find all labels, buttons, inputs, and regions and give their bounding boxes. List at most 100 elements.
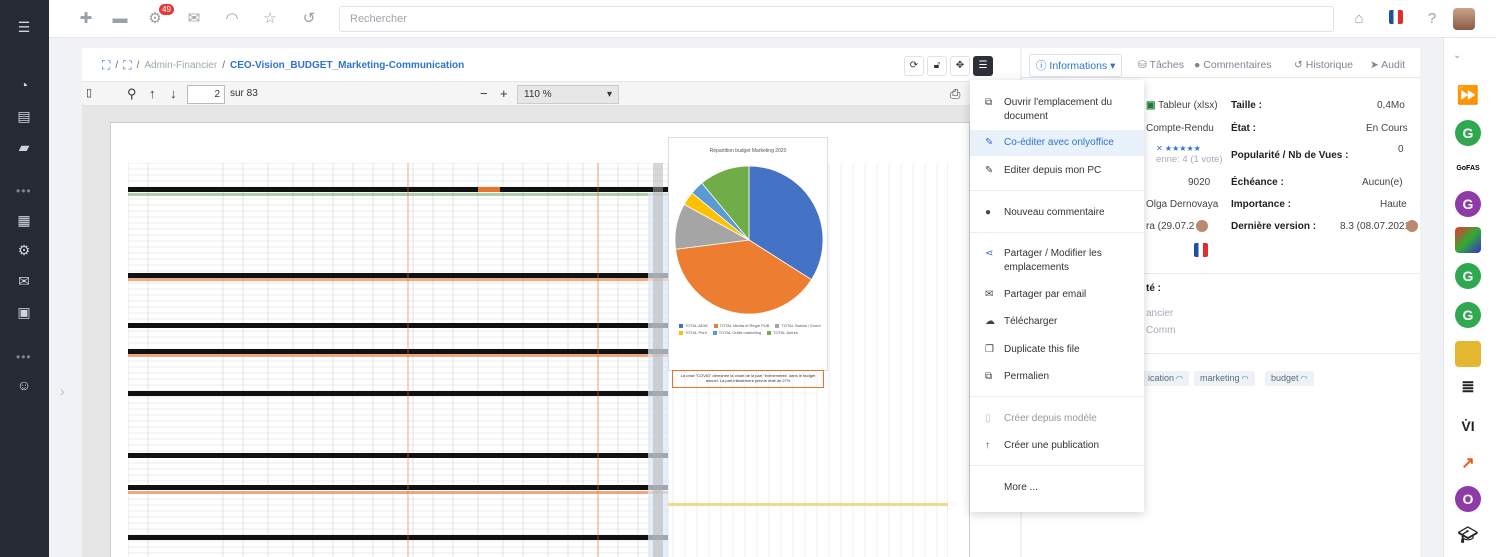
tag[interactable]: marketing ◠: [1194, 371, 1255, 386]
legend-entry: TOTAL Autres: [767, 330, 798, 335]
legend-label: TOTAL Salons / Event: [781, 323, 821, 328]
breadcrumb-item[interactable]: Admin-Financier: [144, 60, 217, 71]
zoom-in-icon[interactable]: +: [500, 86, 508, 101]
avatar[interactable]: [1453, 8, 1475, 30]
sitemap-icon-2[interactable]: ⛶: [123, 58, 131, 73]
breadcrumb-current[interactable]: CEO-Vision_BUDGET_Marketing-Communicatio…: [230, 60, 464, 71]
refresh-button[interactable]: ⟳: [904, 56, 924, 76]
app-icon-chart[interactable]: ↗: [1455, 451, 1481, 477]
document-viewer: ⛶ / ⛶ / Admin-Financier / CEO-Vision_BUD…: [82, 48, 1020, 557]
unlock-button[interactable]: 🔓︎: [927, 56, 947, 76]
cogs-icon[interactable]: ⚙: [15, 241, 33, 259]
app-icon-g3[interactable]: G: [1455, 263, 1481, 289]
app-icon-g2[interactable]: G: [1455, 191, 1481, 217]
arrow-down-icon[interactable]: ↓: [170, 86, 177, 101]
app-icon-g1[interactable]: G: [1455, 120, 1481, 146]
menu-item-more[interactable]: More ...: [970, 481, 1144, 495]
star-icon[interactable]: ☆: [261, 10, 279, 28]
tag[interactable]: budget ◠: [1265, 371, 1314, 386]
more-icon[interactable]: •••: [16, 184, 32, 198]
legend-label: TOTAL Outils marketing: [718, 330, 762, 335]
rss-icon: ◠: [1300, 374, 1308, 383]
search-icon[interactable]: ⚲: [127, 86, 137, 102]
sidebar-toggle-icon[interactable]: ▯: [86, 86, 92, 99]
chat-icon[interactable]: ✉: [15, 272, 33, 290]
edit-icon: ✎: [985, 137, 994, 148]
menu-item-label: Ouvrir l'emplacement du document: [1004, 97, 1113, 122]
menu-item-download[interactable]: ☁ Télécharger: [970, 315, 1144, 329]
language-flag-icon[interactable]: [1387, 10, 1405, 28]
menu-item-create-publication[interactable]: ↑ Créer une publication: [970, 439, 1144, 453]
menu-item-duplicate[interactable]: ❐ Duplicate this file: [970, 343, 1144, 357]
tab-historique[interactable]: ↺ Historique: [1288, 56, 1359, 74]
app-icon-pot[interactable]: [1455, 341, 1481, 367]
menu-item-share-locations[interactable]: ⋖ Partager / Modifier les emplacements: [970, 247, 1144, 275]
legend-label: TOTAL Media et Régie PUB: [719, 323, 770, 328]
page-number-input[interactable]: 2: [187, 85, 225, 104]
menu-item-coedit-onlyoffice[interactable]: ✎ Co-éditer avec onlyoffice: [970, 130, 1144, 156]
chevron-right-icon[interactable]: ›: [60, 383, 74, 403]
rss-icon[interactable]: ◠: [223, 10, 241, 28]
legend-label: TOTAL Autres: [773, 330, 798, 335]
fullscreen-button[interactable]: ✥: [950, 56, 970, 76]
pdf-page-area[interactable]: Répartition budget Marketing 2020 TOTAL …: [82, 106, 970, 557]
list-icon[interactable]: ▤: [15, 107, 33, 125]
arrow-up-icon[interactable]: ↑: [149, 86, 156, 101]
history-icon[interactable]: ↺: [300, 10, 318, 28]
folder-open-icon[interactable]: ▬: [111, 10, 129, 28]
app-icon-o[interactable]: O: [1455, 486, 1481, 512]
owner-avatar: [1196, 220, 1208, 232]
chevron-down-icon[interactable]: ⌄: [1453, 50, 1461, 61]
chart-title: Répartition budget Marketing 2020: [709, 148, 787, 154]
menu-item-share-email[interactable]: ✉ Partager par email: [970, 288, 1144, 302]
app-icon-pyramid[interactable]: [1455, 227, 1481, 253]
doc-number: 9020: [1188, 177, 1211, 188]
sitemap-icon[interactable]: ⛶: [102, 58, 110, 73]
menu-item-open-location[interactable]: ⧉ Ouvrir l'emplacement du document: [970, 96, 1144, 124]
contact-icon[interactable]: ▣: [15, 303, 33, 321]
folder-icon[interactable]: ▰: [15, 138, 33, 156]
app-icon-g4[interactable]: G: [1455, 302, 1481, 328]
menu-item-label: Partager par email: [1004, 289, 1087, 300]
tab-informations[interactable]: ⓘ Informations ▾: [1029, 54, 1123, 77]
mail-icon[interactable]: ✉: [185, 10, 203, 28]
zoom-select[interactable]: 110 % ▾: [517, 85, 619, 104]
app-icon-vi[interactable]: V̇I: [1455, 413, 1481, 439]
help-icon[interactable]: ?: [1423, 10, 1441, 28]
label: té :: [1146, 283, 1161, 294]
menu-item-create-from-template[interactable]: ▯ Créer depuis modèle: [970, 412, 1144, 426]
plus-icon[interactable]: ✚: [77, 10, 95, 28]
print-icon[interactable]: ⎙: [950, 86, 960, 102]
legend-entry: TOTAL ADW: [679, 323, 708, 328]
calendar-icon[interactable]: ▦: [15, 211, 33, 229]
divider: [970, 465, 1144, 466]
app-icon-play[interactable]: ⏩: [1455, 82, 1481, 108]
more-icon-2[interactable]: •••: [16, 350, 32, 364]
comments-icon: ●: [1194, 59, 1201, 71]
tag[interactable]: ication ◠: [1142, 371, 1189, 386]
location-1[interactable]: ancier: [1146, 308, 1173, 319]
menu-item-permalink[interactable]: ⧉ Permalien: [970, 370, 1144, 384]
menu-item-new-comment[interactable]: ● Nouveau commentaire: [970, 206, 1144, 220]
menu-item-edit-from-pc[interactable]: ✎ Editer depuis mon PC: [970, 164, 1144, 178]
search-input[interactable]: Rechercher: [339, 6, 1334, 32]
menu-icon[interactable]: ☰: [15, 18, 33, 36]
legend-entry: TOTAL Salons / Event: [775, 323, 821, 328]
zoom-out-icon[interactable]: −: [480, 86, 488, 101]
breadcrumb: ⛶ / ⛶ / Admin-Financier / CEO-Vision_BUD…: [102, 58, 464, 73]
chart-legend: TOTAL ADW TOTAL Media et Régie PUB TOTAL S…: [679, 323, 824, 335]
location-2[interactable]: Comm: [1146, 325, 1175, 336]
chart-note: La crise "COVID" démontre la chute de la…: [672, 370, 824, 388]
rating[interactable]: ✕ ★★★★★: [1156, 144, 1201, 153]
app-icon-gofas[interactable]: GoFAS: [1455, 156, 1481, 182]
dashboard-icon[interactable]: ◔: [15, 76, 33, 94]
app-icon-books[interactable]: ≣: [1455, 375, 1481, 401]
basket-icon[interactable]: ⌂: [1350, 10, 1368, 28]
tab-commentaires[interactable]: ● Commentaires: [1188, 56, 1278, 74]
actions-menu-button[interactable]: ☰: [973, 56, 993, 76]
users-icon[interactable]: ☺: [15, 376, 33, 394]
menu-item-label: Permalien: [1004, 371, 1050, 382]
graduation-icon[interactable]: 🎓︎: [1455, 523, 1481, 549]
tab-audit[interactable]: ➤ Audit: [1364, 56, 1411, 74]
tab-taches[interactable]: ⛁ Tâches: [1132, 56, 1190, 74]
